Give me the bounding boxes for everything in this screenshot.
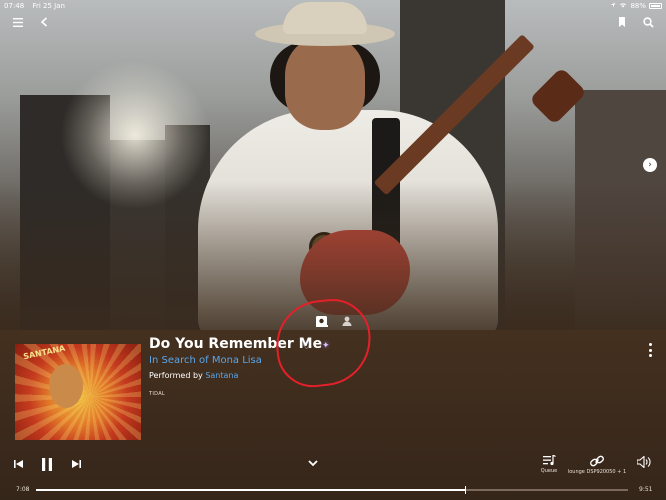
output-label: lounge DSP920050 + 1 (567, 468, 627, 475)
album-face (49, 364, 83, 408)
elapsed-time: 7:08 (16, 486, 30, 493)
audio-output-button[interactable]: lounge DSP920050 + 1 (564, 452, 630, 477)
total-time: 9:51 (639, 486, 653, 493)
back-icon[interactable] (36, 14, 52, 30)
progress-handle[interactable] (465, 486, 467, 494)
performed-by: Performed by Santana (149, 371, 238, 380)
battery-percent: 88% (630, 2, 646, 10)
progress-slider[interactable] (36, 486, 628, 494)
queue-button[interactable]: Queue (538, 452, 560, 477)
status-time: 07:48 (4, 2, 25, 10)
source-label: TIDAL (149, 391, 165, 397)
previous-track-button[interactable] (12, 458, 24, 470)
album-icon[interactable] (316, 311, 328, 327)
artist-hero-image (0, 0, 666, 330)
link-icon (590, 455, 604, 466)
performed-prefix: Performed by (149, 371, 203, 380)
menu-icon[interactable] (10, 14, 26, 30)
hero-gradient-overlay (0, 0, 666, 330)
artist-link[interactable]: Santana (205, 371, 238, 380)
album-cover[interactable]: SANTANA (15, 344, 141, 440)
battery-icon (649, 3, 662, 9)
status-date: Fri 25 Jan (32, 2, 65, 10)
search-icon[interactable] (640, 14, 656, 30)
track-title: Do You Remember Me (149, 336, 323, 352)
next-track-button[interactable] (70, 458, 82, 470)
bookmark-icon[interactable] (614, 14, 630, 30)
progress-fill (36, 489, 466, 491)
volume-icon[interactable] (636, 455, 652, 469)
status-bar: 07:48 Fri 25 Jan 88% (0, 0, 666, 12)
heart-icon[interactable]: ♡ (302, 341, 311, 352)
view-toggle (316, 311, 354, 327)
chevron-right-icon[interactable]: › (643, 158, 657, 172)
sparkle-icon: ✦ (322, 341, 330, 351)
chevron-down-icon[interactable] (306, 456, 320, 470)
more-options-icon[interactable] (645, 343, 655, 357)
album-link[interactable]: In Search of Mona Lisa (149, 355, 262, 366)
location-icon (610, 0, 616, 12)
queue-label: Queue (540, 468, 558, 474)
queue-icon (542, 455, 556, 466)
pause-button[interactable] (40, 455, 54, 473)
wifi-icon (619, 0, 627, 12)
artist-icon[interactable] (342, 311, 354, 326)
